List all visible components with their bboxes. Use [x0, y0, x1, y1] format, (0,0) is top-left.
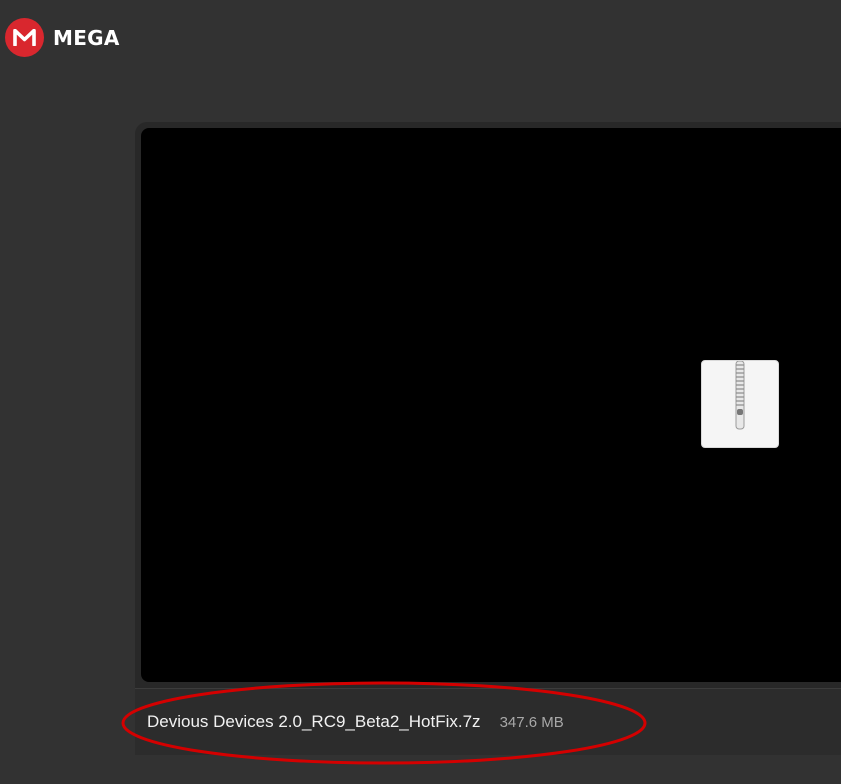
preview-area — [141, 128, 841, 682]
mega-logo-text: MEGA — [53, 25, 120, 50]
file-preview-panel: Devious Devices 2.0_RC9_Beta2_HotFix.7z … — [135, 122, 841, 755]
archive-zip-icon — [701, 360, 779, 448]
file-size: 347.6 MB — [499, 713, 564, 731]
mega-logo[interactable]: MEGA — [5, 18, 120, 57]
file-info-bar: Devious Devices 2.0_RC9_Beta2_HotFix.7z … — [135, 688, 841, 755]
mega-logo-icon — [5, 18, 44, 57]
file-name: Devious Devices 2.0_RC9_Beta2_HotFix.7z — [147, 712, 481, 731]
